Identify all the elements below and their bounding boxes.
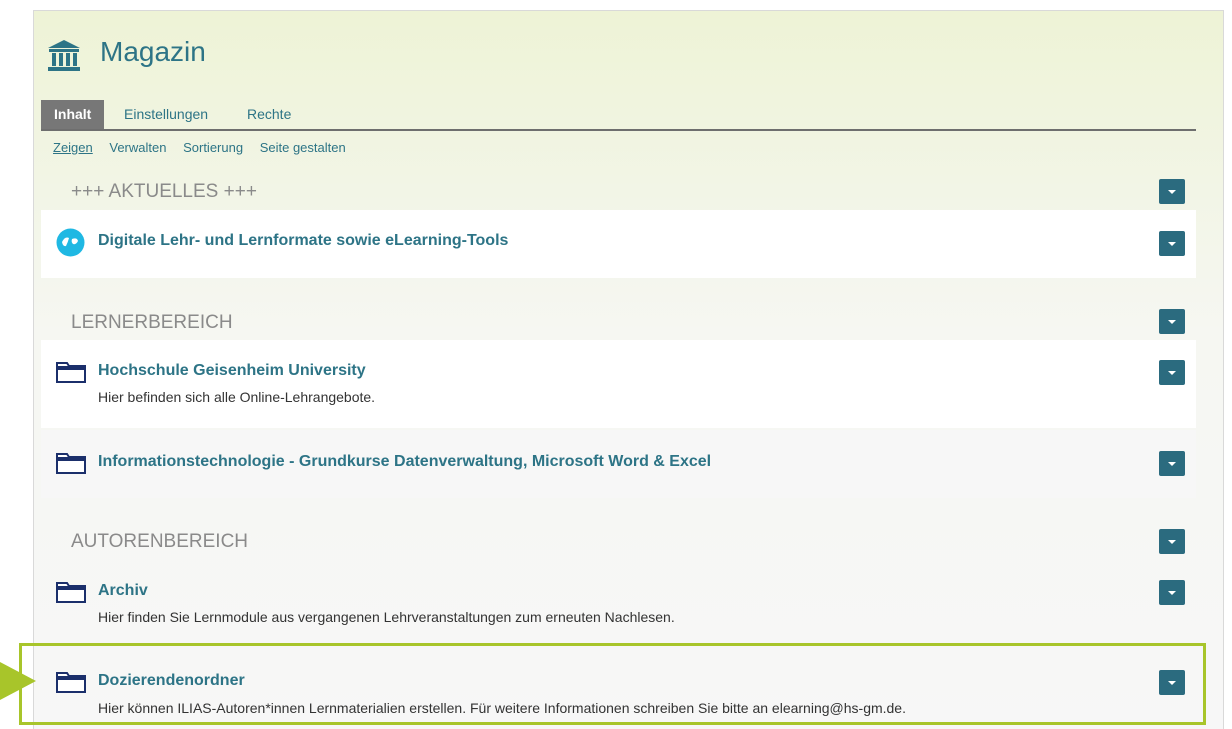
subtab-bar: Zeigen Verwalten Sortierung Seite gestal… — [53, 140, 359, 155]
page-title: Magazin — [100, 36, 206, 67]
list-item — [41, 340, 1196, 428]
section-heading-aktuelles: +++ AKTUELLES +++ — [71, 181, 257, 202]
subtab-zeigen[interactable]: Zeigen — [53, 140, 93, 155]
item-description: Hier finden Sie Lernmodule aus vergangen… — [98, 609, 675, 625]
item-actions-dropdown[interactable] — [1159, 231, 1185, 256]
tab-inhalt[interactable]: Inhalt — [41, 100, 105, 129]
folder-icon — [56, 453, 86, 474]
pointer-arrow-icon — [0, 662, 36, 700]
folder-icon — [56, 362, 86, 383]
item-title-link[interactable]: Hochschule Geisenheim University — [98, 362, 366, 380]
section-actions-dropdown[interactable] — [1159, 529, 1185, 554]
web-link-icon — [56, 228, 85, 257]
folder-icon — [56, 582, 86, 603]
item-title-link[interactable]: Informationstechnologie - Grundkurse Dat… — [98, 453, 711, 471]
highlight-box — [19, 643, 1206, 725]
item-title-link[interactable]: Digitale Lehr- und Lernformate sowie eLe… — [98, 232, 508, 250]
subtab-verwalten[interactable]: Verwalten — [109, 140, 166, 155]
section-heading-lernerbereich: LERNERBEREICH — [71, 312, 233, 333]
item-title-link[interactable]: Archiv — [98, 582, 148, 600]
section-heading-autorenbereich: AUTORENBEREICH — [71, 531, 249, 552]
bank-building-icon — [48, 40, 80, 71]
tab-bar: Inhalt Einstellungen Rechte — [41, 100, 1196, 131]
item-actions-dropdown[interactable] — [1159, 451, 1185, 476]
subtab-seite-gestalten[interactable]: Seite gestalten — [260, 140, 346, 155]
section-actions-dropdown[interactable] — [1159, 179, 1185, 204]
subtab-sortierung[interactable]: Sortierung — [183, 140, 243, 155]
item-actions-dropdown[interactable] — [1159, 360, 1185, 385]
tab-einstellungen[interactable]: Einstellungen — [111, 100, 221, 129]
tab-rechte[interactable]: Rechte — [234, 100, 304, 129]
item-actions-dropdown[interactable] — [1159, 580, 1185, 605]
section-actions-dropdown[interactable] — [1159, 309, 1185, 334]
item-description: Hier befinden sich alle Online-Lehrangeb… — [98, 389, 376, 405]
